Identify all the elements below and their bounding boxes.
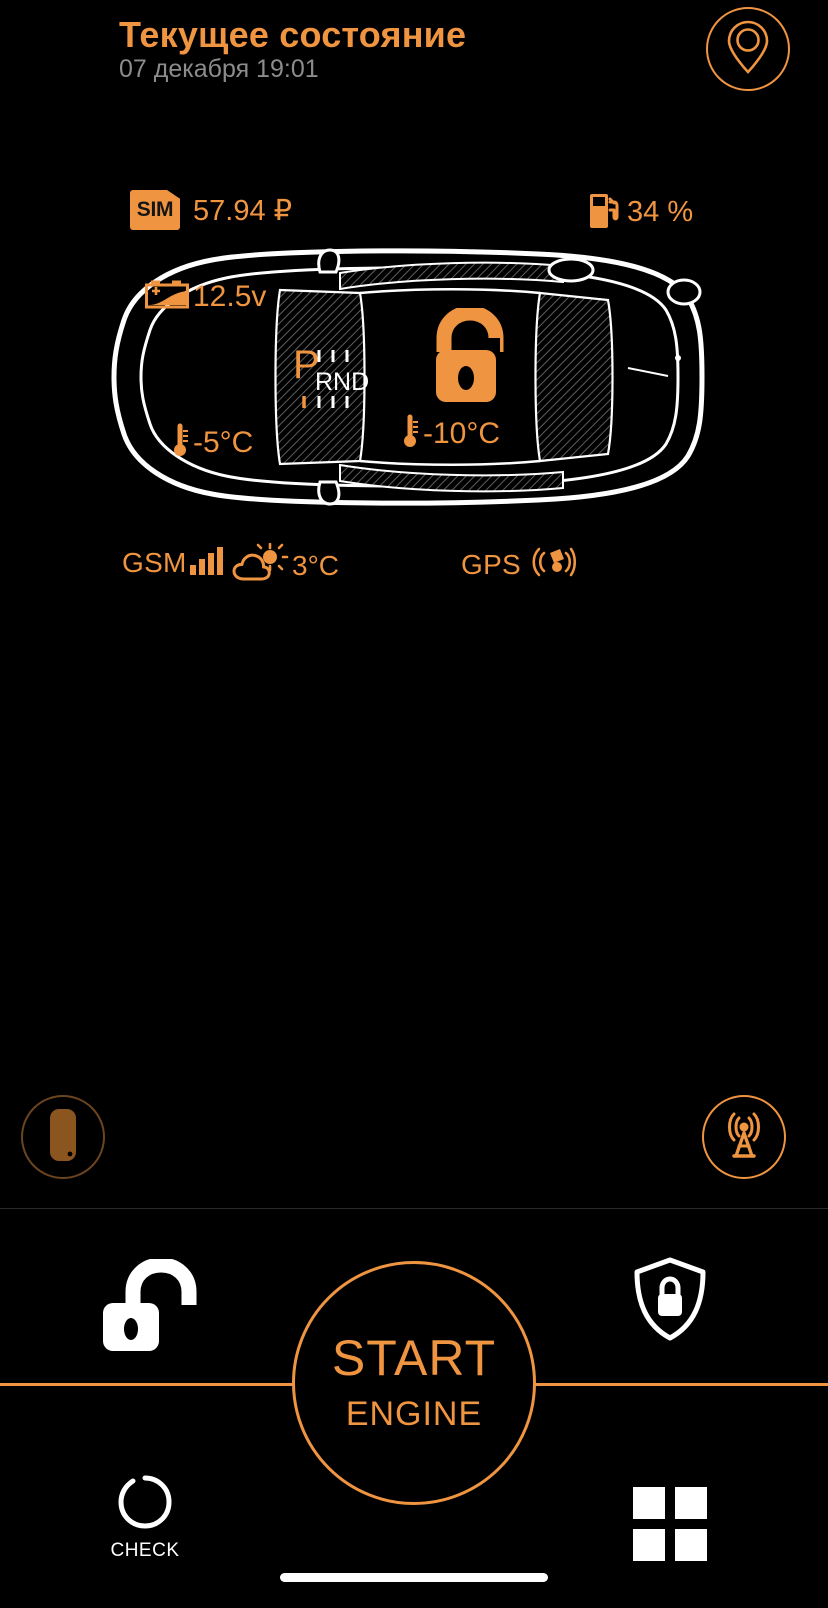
check-label: CHECK xyxy=(110,1540,180,1561)
radio-tower-icon xyxy=(718,1111,770,1164)
radio-mode-button[interactable] xyxy=(702,1095,786,1179)
menu-grid-button[interactable] xyxy=(620,1487,720,1566)
battery-voltage: 12.5v xyxy=(193,279,267,313)
start-engine-sub-label: ENGINE xyxy=(345,1395,483,1433)
page-title: Текущее состояние xyxy=(119,14,467,55)
shield-lock-icon xyxy=(632,1257,708,1346)
check-status-button[interactable]: CHECK xyxy=(97,1473,193,1562)
gps-status: GPS xyxy=(461,545,577,584)
signal-status-row: GSM 3°C GPS xyxy=(0,542,828,590)
key-fob-button[interactable] xyxy=(21,1095,105,1179)
engine-temperature-value: -5°C xyxy=(193,425,254,459)
svg-text:RND: RND xyxy=(315,368,369,396)
fuel-pump-icon xyxy=(588,190,622,235)
car-diagram[interactable]: 12.5v P RND -5°C -10°C xyxy=(108,248,708,506)
top-status-row: SIM 57.94 ₽ 34 % xyxy=(0,190,828,238)
start-engine-main-label: START xyxy=(331,1330,497,1386)
sim-balance-value: 57.94 ₽ xyxy=(193,194,293,227)
home-indicator xyxy=(280,1573,548,1582)
gsm-status: GSM xyxy=(122,545,226,580)
accent-rule-right xyxy=(531,1383,828,1386)
thermometer-icon xyxy=(170,422,190,463)
gps-label: GPS xyxy=(461,548,522,580)
signal-bars-icon xyxy=(188,545,226,580)
header: Текущее состояние 07 декабря 19:01 xyxy=(0,0,828,110)
gear-selector: P RND xyxy=(293,338,373,416)
thermometer-icon xyxy=(400,413,420,454)
sim-badge: SIM xyxy=(130,190,180,230)
padlock-open-icon xyxy=(426,305,514,413)
arm-security-button[interactable] xyxy=(620,1257,720,1346)
door-lock-status[interactable] xyxy=(426,305,514,413)
satellite-icon xyxy=(532,545,577,584)
engine-temperature: -5°C xyxy=(170,422,253,463)
cabin-temperature: -10°C xyxy=(400,413,500,454)
sim-balance-group[interactable]: SIM 57.94 ₽ xyxy=(130,190,292,230)
fuel-level-value: 34 % xyxy=(627,196,694,228)
fuel-level-group: 34 % xyxy=(588,190,693,235)
key-fob-icon xyxy=(48,1107,78,1168)
location-button[interactable] xyxy=(706,7,790,91)
padlock-open-icon xyxy=(91,1257,201,1360)
car-battery-icon xyxy=(145,279,189,314)
weather-temperature-value: 3°C xyxy=(292,549,339,581)
grid-four-squares-icon xyxy=(633,1487,707,1566)
cloud-sun-icon xyxy=(232,542,290,588)
cabin-temperature-value: -10°C xyxy=(423,416,501,450)
weather-status: 3°C xyxy=(232,542,339,588)
accent-rule-left xyxy=(0,1383,297,1386)
app-screen: Текущее состояние 07 декабря 19:01 SIM 5… xyxy=(0,0,828,1608)
status-timestamp: 07 декабря 19:01 xyxy=(119,55,319,83)
bottom-control-panel: CHECK START ENGINE xyxy=(0,1209,828,1608)
map-pin-icon xyxy=(725,19,771,80)
check-circle-icon xyxy=(116,1473,174,1536)
unlock-doors-button[interactable] xyxy=(86,1257,206,1360)
start-engine-button[interactable]: START ENGINE xyxy=(292,1261,536,1505)
battery-status: 12.5v xyxy=(145,279,266,314)
gsm-label: GSM xyxy=(122,546,187,578)
